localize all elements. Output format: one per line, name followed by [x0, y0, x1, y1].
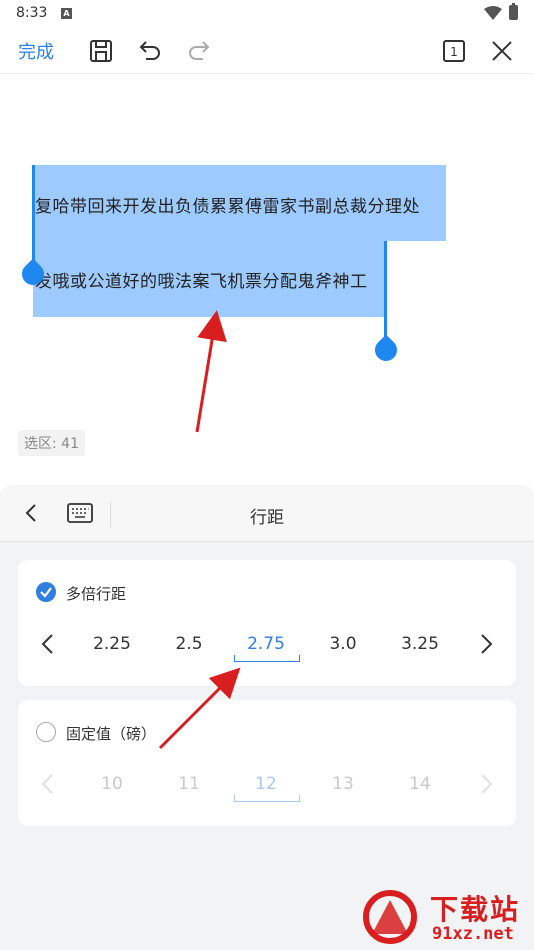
- fixed-option[interactable]: 14: [390, 774, 450, 794]
- fixed-option[interactable]: 10: [82, 774, 142, 794]
- selected-indicator: [234, 795, 300, 802]
- status-bar: 8:33 A: [0, 0, 534, 28]
- multiple-spacing-card: 多倍行距 2.25 2.5 2.75 3.0 3.25: [18, 560, 516, 686]
- watermark-logo-icon: [363, 890, 417, 944]
- spacing-option[interactable]: 3.25: [390, 634, 450, 654]
- fixed-spacing-stepper[interactable]: 10 11 12 13 14: [18, 760, 516, 810]
- done-button[interactable]: 完成: [18, 38, 54, 64]
- panel-title: 行距: [250, 508, 284, 528]
- spacing-option[interactable]: 2.5: [159, 634, 219, 654]
- chevron-right-icon[interactable]: [476, 772, 496, 796]
- fixed-option[interactable]: 11: [159, 774, 219, 794]
- fixed-option[interactable]: 13: [313, 774, 373, 794]
- multiple-spacing-stepper[interactable]: 2.25 2.5 2.75 3.0 3.25: [18, 620, 516, 670]
- fixed-spacing-checkbox[interactable]: [36, 722, 56, 742]
- save-icon[interactable]: [88, 38, 114, 64]
- selection-end-handle-bar: [384, 241, 387, 347]
- spacing-option[interactable]: 2.25: [82, 634, 142, 654]
- multiple-spacing-label: 多倍行距: [66, 585, 127, 603]
- fixed-spacing-card: 固定值（磅） 10 11 12 13 14: [18, 700, 516, 826]
- line-spacing-panel: 行距 多倍行距 2.25 2.5 2.75 3.0 3.25 固定值（磅） 10…: [0, 485, 534, 950]
- wifi-icon: [484, 6, 502, 20]
- document-text-line[interactable]: 复哈带回来开发出负债累累傅雷家书副总裁分理处: [35, 192, 420, 217]
- spacing-option[interactable]: 3.0: [313, 634, 373, 654]
- panel-header: 行距: [0, 485, 534, 542]
- spacing-option-selected[interactable]: 2.75: [236, 634, 296, 654]
- chevron-left-icon[interactable]: [38, 772, 58, 796]
- document-canvas[interactable]: 复哈带回来开发出负债累累傅雷家书副总裁分理处 发哦或公道好的哦法案飞机票分配鬼斧…: [0, 75, 534, 485]
- redo-icon[interactable]: [186, 38, 212, 64]
- watermark-title: 下载站: [430, 893, 521, 926]
- chevron-right-icon[interactable]: [476, 632, 496, 656]
- selection-end-handle[interactable]: [370, 334, 402, 366]
- fixed-spacing-label: 固定值（磅）: [66, 725, 157, 743]
- selected-indicator: [234, 655, 300, 662]
- svg-text:1: 1: [450, 45, 458, 59]
- check-icon: [40, 587, 52, 598]
- notification-icon: A: [61, 8, 72, 19]
- chevron-left-icon[interactable]: [38, 632, 58, 656]
- page-number-icon[interactable]: 1: [441, 38, 467, 64]
- watermark-url: 91xz.net: [432, 924, 514, 944]
- status-time: 8:33: [16, 5, 48, 21]
- document-text-line[interactable]: 发哦或公道好的哦法案飞机票分配鬼斧神工: [35, 267, 368, 292]
- multiple-spacing-checkbox[interactable]: [36, 582, 56, 602]
- close-icon[interactable]: [489, 38, 515, 64]
- battery-icon: [509, 3, 518, 20]
- fixed-option-selected[interactable]: 12: [236, 774, 296, 794]
- selection-count-badge: 选区: 41: [18, 430, 85, 456]
- undo-icon[interactable]: [137, 38, 163, 64]
- editor-toolbar: 完成 1: [0, 28, 534, 74]
- site-watermark: 下载站 91xz.net: [360, 888, 530, 946]
